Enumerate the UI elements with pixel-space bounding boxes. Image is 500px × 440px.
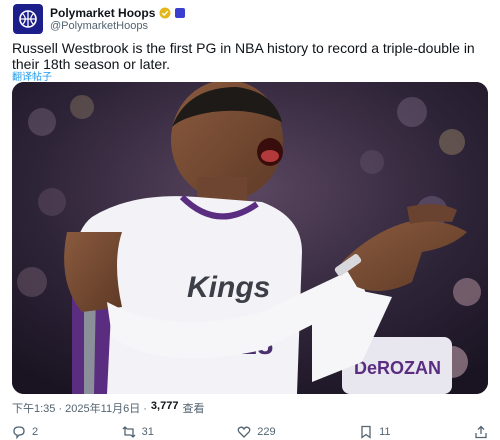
reply-button[interactable]: 2 xyxy=(12,425,38,439)
bookmark-icon xyxy=(361,425,371,439)
share-icon xyxy=(475,425,487,439)
share-button[interactable] xyxy=(474,425,488,439)
avatar[interactable] xyxy=(13,4,43,34)
verified-gold-icon xyxy=(159,7,171,19)
reply-icon xyxy=(13,426,25,439)
translate-link[interactable]: 翻译帖子 xyxy=(12,68,52,83)
basketball-logo-icon xyxy=(19,10,37,28)
repost-count: 31 xyxy=(141,426,154,438)
heart-icon xyxy=(237,426,251,438)
photo-illustration: DeROZAN Kings 18 xyxy=(12,82,488,394)
bg-jersey-text: DeROZAN xyxy=(354,358,441,378)
like-count: 229 xyxy=(257,426,276,438)
repost-icon xyxy=(122,426,136,438)
view-label: 查看 xyxy=(182,403,205,415)
view-count: 3,777 xyxy=(150,400,179,412)
bookmark-count: 11 xyxy=(379,426,391,438)
author-name-row: Polymarket Hoops xyxy=(50,5,186,21)
affiliate-badge-icon xyxy=(175,8,186,18)
repost-button[interactable]: 31 xyxy=(122,425,154,439)
reply-count: 2 xyxy=(32,426,39,438)
like-button[interactable]: 229 xyxy=(237,425,276,439)
author-display-name[interactable]: Polymarket Hoops xyxy=(50,6,155,20)
tweet-photo[interactable]: DeROZAN Kings 18 xyxy=(12,82,488,394)
action-bar: 2 31 229 11 xyxy=(12,424,488,440)
author-handle[interactable]: @PolymarketHoops xyxy=(50,20,148,32)
tweet-text: Russell Westbrook is the first PG in NBA… xyxy=(12,40,475,72)
tweet-meta: 下午1:35 · 2025年11月6日 · 3,777 查看 xyxy=(12,400,204,416)
tweet-timestamp[interactable]: 下午1:35 · 2025年11月6日 · xyxy=(12,400,147,416)
jersey-text: Kings xyxy=(187,271,270,304)
bookmark-button[interactable]: 11 xyxy=(359,425,391,439)
